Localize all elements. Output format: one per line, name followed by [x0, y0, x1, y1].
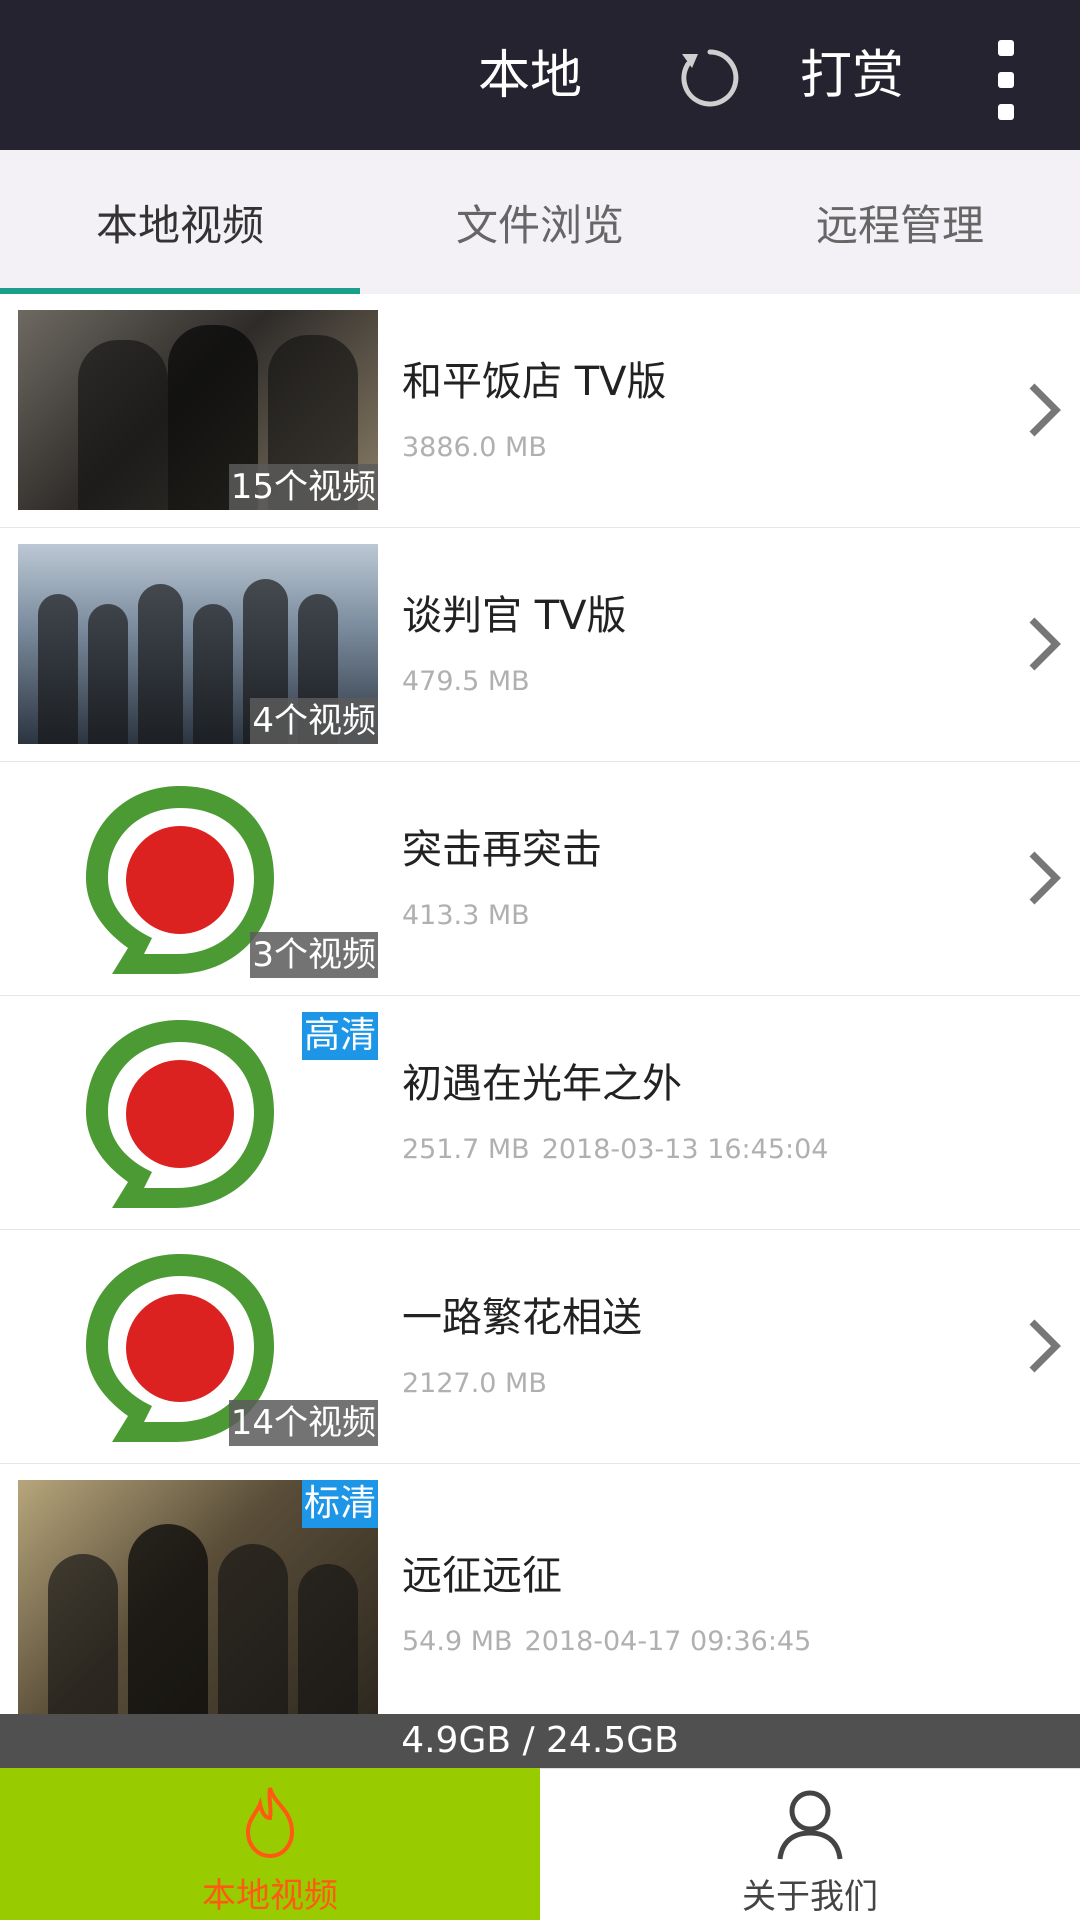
video-size: 54.9 MB	[402, 1626, 513, 1657]
tab-remote-manage[interactable]: 远程管理	[720, 150, 1080, 294]
video-thumbnail: 4个视频	[18, 544, 378, 744]
video-thumbnail: 高清	[18, 1012, 378, 1212]
video-size: 3886.0 MB	[402, 432, 547, 463]
list-item[interactable]: 4个视频 谈判官 TV版 479.5 MB	[0, 528, 1080, 762]
list-item[interactable]: 14个视频 一路繁花相送 2127.0 MB	[0, 1230, 1080, 1464]
nav-about-us[interactable]: 关于我们	[540, 1768, 1080, 1920]
list-item[interactable]: 15个视频 和平饭店 TV版 3886.0 MB	[0, 294, 1080, 528]
video-meta: 479.5 MB	[402, 662, 530, 702]
video-count-badge: 15个视频	[228, 464, 378, 510]
quality-badge: 高清	[301, 1012, 378, 1060]
list-item[interactable]: 标清 远征远征 54.9 MB 2018-04-17 09:36:45	[0, 1464, 1080, 1715]
video-meta: 413.3 MB	[402, 896, 530, 936]
video-size: 479.5 MB	[402, 666, 530, 697]
video-size: 2127.0 MB	[402, 1368, 547, 1399]
tab-file-browse[interactable]: 文件浏览	[360, 150, 720, 294]
video-meta: 2127.0 MB	[402, 1364, 547, 1404]
video-title: 和平饭店 TV版	[402, 359, 667, 405]
refresh-icon[interactable]	[670, 38, 750, 118]
video-title: 初遇在光年之外	[402, 1061, 682, 1107]
flame-icon	[245, 1787, 295, 1859]
video-thumbnail: 14个视频	[18, 1246, 378, 1446]
video-count-badge: 4个视频	[250, 698, 378, 744]
nav-label: 关于我们	[742, 1877, 878, 1917]
video-meta: 54.9 MB 2018-04-17 09:36:45	[402, 1622, 811, 1662]
video-meta: 251.7 MB 2018-03-13 16:45:04	[402, 1130, 828, 1170]
chevron-right-icon	[1024, 614, 1064, 674]
more-vertical-icon[interactable]	[986, 40, 1026, 120]
video-count-badge: 14个视频	[228, 1400, 378, 1446]
video-count-badge: 3个视频	[250, 932, 378, 978]
list-item[interactable]: 3个视频 突击再突击 413.3 MB	[0, 762, 1080, 996]
video-list: 15个视频 和平饭店 TV版 3886.0 MB 4个视频 谈判官 TV版 47…	[0, 294, 1080, 1715]
quality-badge: 标清	[301, 1480, 378, 1528]
video-date: 2018-04-17 09:36:45	[524, 1626, 812, 1657]
tab-bar: 本地视频 文件浏览 远程管理	[0, 150, 1080, 294]
list-item[interactable]: 高清 初遇在光年之外 251.7 MB 2018-03-13 16:45:04	[0, 996, 1080, 1230]
chevron-right-icon	[1024, 1316, 1064, 1376]
video-thumbnail: 3个视频	[18, 778, 378, 978]
storage-usage: 4.9GB / 24.5GB	[0, 1714, 1080, 1768]
video-thumbnail: 标清	[18, 1480, 378, 1714]
nav-label: 本地视频	[202, 1876, 338, 1916]
video-logo-icon	[86, 1020, 274, 1208]
reward-button[interactable]: 打赏	[800, 40, 904, 112]
bottom-nav: 本地视频 关于我们	[0, 1768, 1080, 1920]
video-title: 谈判官 TV版	[402, 593, 627, 639]
video-thumbnail: 15个视频	[18, 310, 378, 510]
video-title: 远征远征	[402, 1553, 562, 1599]
app-bar: 本地 打赏	[0, 0, 1080, 150]
video-date: 2018-03-13 16:45:04	[541, 1134, 829, 1165]
person-icon	[777, 1790, 843, 1860]
tab-local-video[interactable]: 本地视频	[0, 150, 360, 294]
chevron-right-icon	[1024, 380, 1064, 440]
video-title: 一路繁花相送	[402, 1295, 642, 1341]
video-size: 251.7 MB	[402, 1134, 530, 1165]
video-meta: 3886.0 MB	[402, 428, 547, 468]
nav-local-video[interactable]: 本地视频	[0, 1768, 540, 1920]
chevron-right-icon	[1024, 848, 1064, 908]
video-size: 413.3 MB	[402, 900, 530, 931]
page-title: 本地	[478, 46, 583, 106]
video-title: 突击再突击	[402, 827, 602, 873]
